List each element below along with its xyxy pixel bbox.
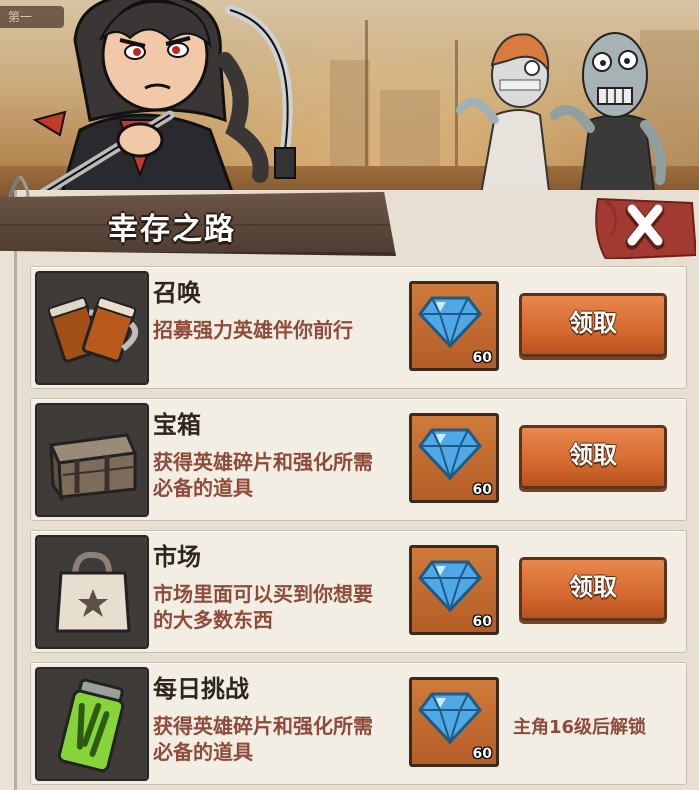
utility-pole [365, 20, 368, 180]
unlock-requirement-text: 主角16级后解锁 [513, 717, 647, 738]
hero-character [32, 0, 296, 200]
claim-button[interactable]: 领取 [519, 425, 667, 489]
list-item: 召唤 招募强力英雄伴你前行 60 领取 [30, 266, 687, 389]
energy-drink-can-icon [57, 678, 125, 773]
shopping-bag-icon [55, 551, 131, 633]
cost-badge: 60 [409, 281, 499, 371]
row-title: 每日挑战 [153, 675, 249, 703]
claim-button-label: 领取 [569, 573, 617, 601]
cost-badge: 60 [409, 545, 499, 635]
claim-button-label: 领取 [569, 441, 617, 469]
cost-amount: 60 [472, 350, 492, 366]
diamond-icon [418, 560, 482, 612]
row-title: 市场 [153, 543, 201, 571]
row-title: 召唤 [153, 279, 201, 307]
zombie-characters [456, 32, 666, 200]
cost-amount: 60 [472, 482, 492, 498]
cost-amount: 60 [472, 614, 492, 630]
claim-button[interactable]: 领取 [519, 293, 667, 357]
treasure-chest-icon [48, 433, 138, 503]
row-title: 宝箱 [153, 411, 201, 439]
list-item: 宝箱 获得英雄碎片和强化所需必备的道具 60 领取 [30, 398, 687, 521]
page-title: 幸存之路 [108, 212, 236, 247]
row-icon-box [35, 667, 149, 781]
claim-button[interactable]: 领取 [519, 557, 667, 621]
beer-mugs-icon [47, 296, 139, 363]
list-item: 市场 市场里面可以买到你想要的大多数东西 60 领取 [30, 530, 687, 653]
diamond-icon [418, 692, 482, 744]
row-icon-box [35, 535, 149, 649]
row-description: 获得英雄碎片和强化所需必备的道具 [153, 450, 373, 500]
cost-badge: 60 [409, 413, 499, 503]
row-description: 招募强力英雄伴你前行 [153, 318, 353, 342]
scene-banner: 第一 [0, 0, 699, 200]
row-description: 获得英雄碎片和强化所需必备的道具 [153, 714, 373, 764]
cost-badge: 60 [409, 677, 499, 767]
cost-amount: 60 [472, 746, 492, 762]
diamond-icon [418, 296, 482, 348]
close-button[interactable] [592, 195, 698, 261]
diamond-icon [418, 428, 482, 480]
claim-button-label: 领取 [569, 309, 617, 337]
row-icon-box [35, 271, 149, 385]
list-item: 每日挑战 获得英雄碎片和强化所需必备的道具 60 主角16级后解锁 [30, 662, 687, 785]
close-icon [595, 197, 698, 261]
row-icon-box [35, 403, 149, 517]
row-description: 市场里面可以买到你想要的大多数东西 [153, 582, 373, 632]
